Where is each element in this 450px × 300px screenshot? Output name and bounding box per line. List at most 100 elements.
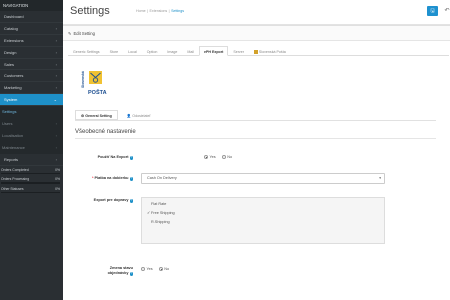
sidebar-item-label: System <box>4 97 18 103</box>
payment-select[interactable]: Cash On Delivery ▾ <box>141 173 385 184</box>
sidebar-item-customers[interactable]: Customers › <box>0 70 63 83</box>
breadcrumb: Home | Extensions | Settings <box>136 9 184 13</box>
sidebar-subitem-maintenance[interactable]: Maintenance › <box>0 141 63 154</box>
tab-label: Slovenská Pošta <box>258 50 286 54</box>
breadcrumb-extensions[interactable]: Extensions <box>150 9 168 13</box>
chevron-right-icon: › <box>55 25 57 31</box>
sidebar-subitem-label: Users <box>2 121 13 127</box>
sidebar-subitem-settings[interactable]: Settings <box>0 106 63 119</box>
radio-yes[interactable] <box>141 267 145 271</box>
back-button[interactable]: ↶ <box>443 6 450 16</box>
chevron-down-icon: ▾ <box>379 176 381 180</box>
sidebar-item-sales[interactable]: Sales › <box>0 59 63 71</box>
change-status-label-line2: objednávky <box>107 271 129 275</box>
payment-label: *Platba na dobierku? <box>73 176 133 181</box>
chevron-right-icon: › <box>55 121 57 127</box>
subtab-general-setting[interactable]: ⚙ General Setting <box>75 110 118 120</box>
option-label: Flat Rate <box>151 202 167 206</box>
required-mark: * <box>92 176 94 180</box>
radio-yes[interactable] <box>204 155 208 159</box>
slovenska-posta-logo: Slovenská POŠTA <box>80 69 110 97</box>
sidebar-subitem-label: Localisation <box>2 132 24 138</box>
option-label: Free Shipping <box>151 211 175 215</box>
shipping-label-text: Export pre dopravy <box>93 198 129 202</box>
sidebar-subitem-label: Maintenance <box>2 144 25 150</box>
radio-label: Yes <box>146 267 153 271</box>
stat-label: Orders Processing <box>1 177 30 182</box>
tab-server[interactable]: Server <box>228 46 249 56</box>
stat-row: Orders Completed 0% <box>1 168 60 172</box>
sidebar-item-design[interactable]: Design › <box>0 47 63 59</box>
sidebar-item-extensions[interactable]: Extensions › <box>0 35 63 47</box>
radio-no[interactable] <box>221 155 226 159</box>
svg-text:Slovenská: Slovenská <box>81 71 85 88</box>
tab-image[interactable]: Image <box>162 46 182 56</box>
breadcrumb-settings[interactable]: Settings <box>171 9 184 13</box>
settings-panel: ✎ Edit Setting Generic Settings Store Loc… <box>63 25 450 300</box>
change-status-no[interactable]: No <box>158 267 170 271</box>
user-icon: 👤 <box>126 114 132 118</box>
stat-value: 0% <box>55 177 60 182</box>
sidebar-item-label: Marketing <box>4 85 22 91</box>
section-title: Všeobecné nastavenie <box>75 129 136 135</box>
sidebar-item-label: Sales <box>4 61 15 67</box>
stat-row: Orders Processing 0% <box>1 177 60 181</box>
subtabs: ⚙ General Setting 👤 Odosielateľ <box>75 110 157 120</box>
use-export-yes[interactable]: Yes <box>204 155 216 159</box>
use-export-no[interactable]: No <box>221 155 233 159</box>
subtab-label: Odosielateľ <box>132 114 151 118</box>
tab-slovenska-posta[interactable]: Slovenská Pošta <box>249 46 291 56</box>
shipping-option-free-shipping[interactable]: ✓ Free Shipping <box>147 209 379 218</box>
shipping-checklist: Flat Rate ✓ Free Shipping R.Shipping <box>141 197 385 244</box>
subtab-odosielatel[interactable]: 👤 Odosielateľ <box>121 110 157 120</box>
chevron-right-icon: › <box>55 156 57 162</box>
stat-value: 0% <box>55 186 60 191</box>
stat-progress-bar <box>1 172 60 175</box>
shipping-option-r-shipping[interactable]: R.Shipping <box>147 218 379 227</box>
breadcrumb-home[interactable]: Home <box>136 9 146 13</box>
check-icon[interactable]: ✓ <box>147 209 150 218</box>
sidebar: NAVIGATION Dashboard Catalog › Extensions… <box>0 0 63 300</box>
option-label: R.Shipping <box>151 220 170 224</box>
change-status-label-line1: Zmena stavu <box>109 266 133 270</box>
chevron-right-icon: › <box>55 144 57 150</box>
shipping-option-flat-rate[interactable]: Flat Rate <box>147 200 379 209</box>
save-button[interactable]: 🖫 <box>427 6 438 16</box>
use-export-label-text: Použiť Na Export <box>97 155 129 159</box>
sidebar-item-system[interactable]: System ⌄ <box>0 94 63 107</box>
payment-select-value: Cash On Delivery <box>147 176 177 180</box>
change-status-yes[interactable]: Yes <box>141 267 153 271</box>
tab-local[interactable]: Local <box>123 46 142 56</box>
tab-mail[interactable]: Mail <box>182 46 199 56</box>
tab-generic-settings[interactable]: Generic Settings <box>68 46 105 56</box>
reply-icon: ↶ <box>444 8 450 14</box>
sidebar-item-marketing[interactable]: Marketing › <box>0 82 63 95</box>
help-icon: ? <box>129 156 133 160</box>
sidebar-item-catalog[interactable]: Catalog › <box>0 23 63 35</box>
help-icon: ? <box>129 272 133 276</box>
tab-store[interactable]: Store <box>105 46 124 56</box>
svg-text:POŠTA: POŠTA <box>88 88 107 96</box>
sidebar-subitem-users[interactable]: Users › <box>0 118 63 130</box>
stat-label: Orders Completed <box>1 167 29 172</box>
radio-label: No <box>164 267 170 271</box>
change-status-radio-group: Yes No <box>141 267 169 271</box>
tab-option[interactable]: Option <box>142 46 163 56</box>
panel-heading-label: Edit Setting <box>73 31 95 36</box>
sidebar-item-dashboard[interactable]: Dashboard <box>0 11 63 23</box>
radio-no[interactable] <box>158 267 163 271</box>
section-divider <box>75 138 436 139</box>
subtab-label: General Setting <box>85 114 112 118</box>
tab-eph-export[interactable]: ePH Export <box>198 46 229 56</box>
change-status-label: Zmena stavu objednávky? <box>73 266 133 276</box>
use-export-label: Použiť Na Export? <box>73 155 133 160</box>
stat-label: Other Statuses <box>1 186 24 191</box>
use-export-radio-group: Yes No <box>204 155 232 159</box>
pencil-icon: ✎ <box>68 31 72 36</box>
sidebar-item-label: Dashboard <box>4 14 24 19</box>
help-icon: ? <box>129 177 133 181</box>
sidebar-subitem-localisation[interactable]: Localisation › <box>0 129 63 142</box>
radio-label: No <box>227 155 233 159</box>
settings-tabs: Generic Settings Store Local Option Imag… <box>68 46 449 56</box>
sidebar-item-reports[interactable]: Reports › <box>0 154 63 166</box>
